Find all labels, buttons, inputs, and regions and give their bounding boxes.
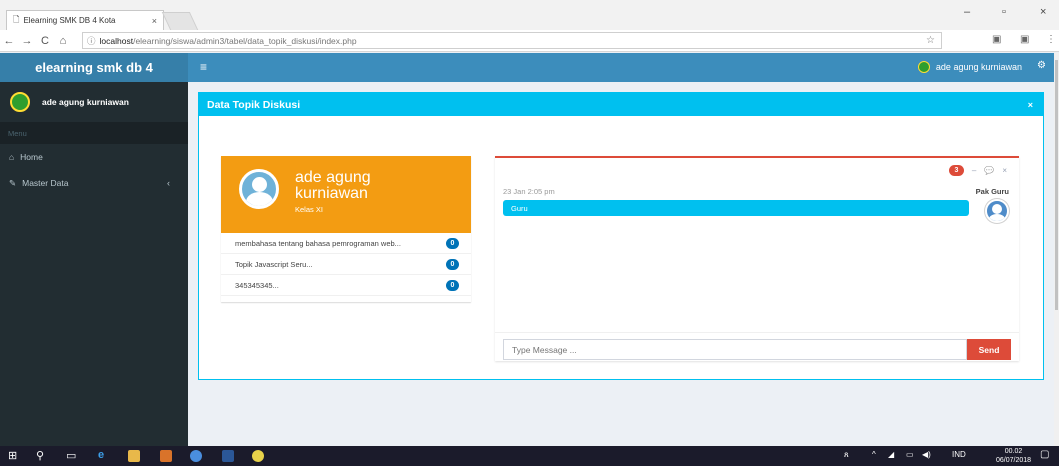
- topic-title: Topik Javascript Seru...: [235, 259, 313, 269]
- profile-card: ade agung kurniawan Kelas XI membahasa t…: [221, 156, 471, 302]
- user-name: ade agung kurniawan: [935, 62, 1022, 72]
- app-icon[interactable]: [252, 450, 264, 462]
- battery-icon[interactable]: ▭: [906, 450, 914, 459]
- window-close-icon[interactable]: ×: [1040, 6, 1046, 18]
- language-indicator[interactable]: IND: [952, 450, 966, 459]
- minimize-icon[interactable]: –: [964, 6, 970, 18]
- user-panel: ade agung kurniawan: [0, 82, 188, 122]
- message-sender: Pak Guru: [975, 187, 1009, 196]
- edge-browser-icon[interactable]: e: [98, 449, 104, 461]
- sidebar-item-master-data[interactable]: ✎ Master Data ‹: [0, 170, 188, 196]
- profile-name: ade agung kurniawan: [295, 169, 371, 202]
- word-icon[interactable]: [222, 450, 234, 462]
- tab-title: Elearning SMK DB 4 Kota: [23, 16, 116, 25]
- panel-title: Data Topik Diskusi: [207, 98, 301, 111]
- page-icon: 🗋: [13, 14, 20, 24]
- message-timestamp: 23 Jan 2:05 pm: [503, 187, 555, 196]
- sidebar-user-name: ade agung kurniawan: [42, 97, 129, 107]
- tab-close-icon[interactable]: ×: [152, 16, 157, 26]
- info-icon[interactable]: ⓘ: [87, 35, 96, 47]
- scrollbar-thumb[interactable]: [1055, 60, 1058, 310]
- task-view-icon[interactable]: ▭: [66, 449, 76, 462]
- browser-menu-icon[interactable]: ⋮: [1046, 34, 1056, 45]
- clock[interactable]: 00.02 06/07/2018: [996, 447, 1031, 465]
- sidebar-item-label: Home: [20, 152, 43, 162]
- message-count-badge: 3: [948, 165, 964, 176]
- avatar: [917, 61, 930, 73]
- clock-time: 00.02: [1004, 448, 1023, 455]
- sender-avatar-icon: [985, 199, 1009, 223]
- search-icon[interactable]: ⚲: [36, 449, 44, 462]
- clock-date: 06/07/2018: [996, 457, 1032, 464]
- brand-logo[interactable]: elearning smk db 4: [0, 53, 188, 82]
- app-icon[interactable]: [160, 450, 172, 462]
- chrome-icon[interactable]: [190, 450, 202, 462]
- topic-count-badge: 0: [446, 258, 459, 270]
- message-input[interactable]: [503, 339, 967, 360]
- topic-count-badge: 0: [446, 237, 459, 249]
- topic-title: membahasa tentang bahasa pemrograman web…: [235, 238, 401, 248]
- user-avatar-icon: [239, 169, 279, 209]
- address-bar[interactable]: ⓘ localhost/elearning/siswa/admin3/tabel…: [82, 32, 942, 49]
- profile-class: Kelas XI: [295, 205, 323, 214]
- chat-footer: Send: [495, 332, 1019, 364]
- edit-icon: ✎: [9, 177, 17, 188]
- maximize-icon[interactable]: ▫: [1002, 6, 1006, 18]
- notifications-icon[interactable]: ▢: [1040, 449, 1049, 460]
- send-button[interactable]: Send: [967, 339, 1011, 360]
- browser-tab[interactable]: 🗋 Elearning SMK DB 4 Kota ×: [6, 10, 164, 30]
- close-icon[interactable]: ×: [1028, 100, 1033, 110]
- message-bubble: Guru: [503, 200, 969, 216]
- minus-icon[interactable]: –: [972, 166, 976, 175]
- chevron-up-icon[interactable]: ^: [872, 450, 876, 459]
- topic-item[interactable]: membahasa tentang bahasa pemrograman web…: [221, 233, 471, 254]
- sidebar-item-home[interactable]: ⌂ Home: [0, 144, 188, 170]
- people-icon[interactable]: ጸ: [844, 450, 849, 460]
- close-icon[interactable]: ×: [1002, 166, 1007, 175]
- panel-header: Data Topik Diskusi ×: [199, 93, 1043, 116]
- direct-chat: 3 – 💬 × 23 Jan 2:05 pm Pak Guru Guru Sen…: [495, 156, 1019, 361]
- chevron-left-icon: ‹: [167, 178, 170, 188]
- browser-toolbar: ← → C ⌂ ⓘ localhost/elearning/siswa/admi…: [0, 30, 1059, 52]
- home-icon[interactable]: ⌂: [54, 35, 72, 47]
- taskbar: ⊞ ⚲ ▭ e ጸ ^ ◢ ▭ ◀) IND 00.02 06/07/2018 …: [0, 446, 1059, 466]
- menu-header: Menu: [0, 122, 188, 144]
- url-path: /elearning/siswa/admin3/tabel/data_topik…: [133, 35, 357, 46]
- topic-item[interactable]: 345345345... 0: [221, 275, 471, 296]
- topic-title: 345345345...: [235, 280, 279, 290]
- top-navbar: ≡ ade agung kurniawan ⚙: [188, 53, 1054, 82]
- comments-icon[interactable]: 💬: [984, 166, 994, 175]
- back-icon[interactable]: ←: [0, 35, 18, 47]
- forward-icon[interactable]: →: [18, 35, 36, 47]
- avatar: [10, 92, 30, 112]
- reload-icon[interactable]: C: [36, 35, 54, 47]
- gears-icon[interactable]: ⚙: [1037, 60, 1046, 71]
- topic-discussion-panel: Data Topik Diskusi × ade agung kurniawan…: [198, 92, 1044, 380]
- screen: 🗋 Elearning SMK DB 4 Kota × – ▫ × ← → C …: [0, 0, 1059, 466]
- browser-tab-bar: 🗋 Elearning SMK DB 4 Kota × – ▫ ×: [0, 0, 1059, 30]
- extension-icon[interactable]: ▣: [1020, 34, 1029, 45]
- new-tab-button[interactable]: [161, 12, 199, 30]
- home-icon: ⌂: [9, 152, 15, 162]
- user-menu[interactable]: ade agung kurniawan: [917, 61, 1022, 73]
- windows-start-icon[interactable]: ⊞: [8, 449, 17, 462]
- wifi-icon[interactable]: ◢: [888, 450, 894, 459]
- topic-item[interactable]: Topik Javascript Seru... 0: [221, 254, 471, 275]
- sidebar-toggle-icon[interactable]: ≡: [200, 60, 207, 74]
- topic-count-badge: 0: [446, 279, 459, 291]
- file-explorer-icon[interactable]: [128, 450, 140, 462]
- volume-icon[interactable]: ◀): [922, 450, 931, 459]
- star-icon[interactable]: ☆: [926, 35, 935, 46]
- extension-icon[interactable]: ▣: [992, 34, 1001, 45]
- url-host: localhost: [99, 35, 134, 46]
- sidebar-item-label: Master Data: [22, 178, 69, 188]
- sidebar: ade agung kurniawan Menu ⌂ Home ✎ Master…: [0, 82, 188, 446]
- chat-tools: 3 – 💬 ×: [948, 165, 1007, 176]
- profile-card-header: ade agung kurniawan Kelas XI: [221, 156, 471, 233]
